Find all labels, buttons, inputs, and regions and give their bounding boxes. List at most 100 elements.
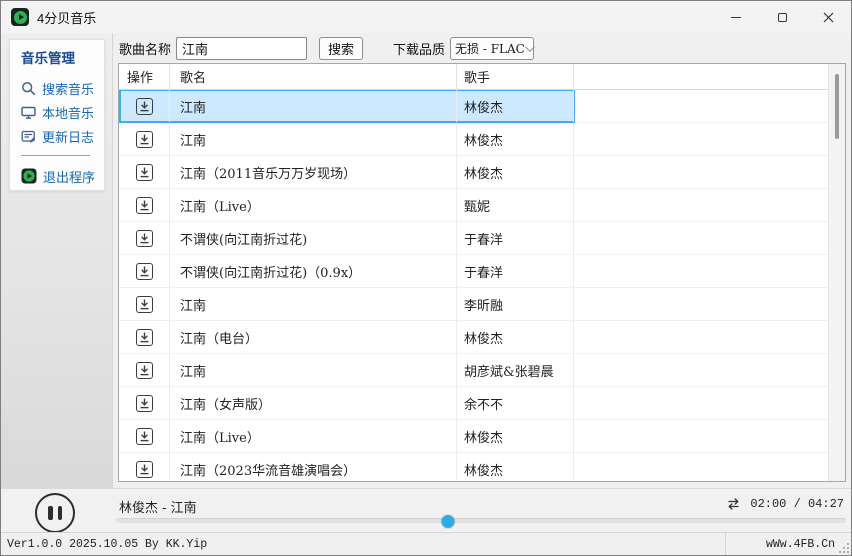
monitor-icon (21, 105, 36, 120)
download-button[interactable] (136, 197, 153, 214)
download-icon (139, 134, 150, 145)
sidebar-item-search-music[interactable]: 搜索音乐 (21, 76, 104, 100)
table-header: 操作 歌名 歌手 (119, 64, 845, 90)
download-icon (139, 332, 150, 343)
column-header-artist: 歌手 (457, 64, 574, 89)
column-header-song: 歌名 (170, 64, 457, 89)
artist-cell: 甄妮 (457, 189, 574, 221)
empty-cell (574, 189, 845, 221)
table-row[interactable]: 江南（2023华流音雄演唱会） 林俊杰 (119, 453, 845, 482)
artist-cell: 胡彦斌&张碧晨 (457, 354, 574, 386)
resize-grip-icon[interactable] (839, 543, 849, 553)
artist-cell: 林俊杰 (457, 420, 574, 452)
column-header-action: 操作 (119, 64, 170, 89)
sidebar-header: 音乐管理 (21, 47, 104, 67)
search-icon (21, 81, 36, 96)
search-button[interactable]: 搜索 (319, 37, 363, 60)
status-right-panel: wWw.4FB.Cn (725, 533, 851, 555)
table-body: 江南 林俊杰 江南 林俊杰 江南（2011音乐万万岁现场） 林俊杰 (119, 90, 845, 482)
song-cell: 江南（2023华流音雄演唱会） (170, 453, 457, 482)
download-button[interactable] (136, 461, 153, 478)
table-row[interactable]: 不谓侠(向江南折过花) 于春洋 (119, 222, 845, 255)
sidebar-item-changelog[interactable]: 更新日志 (21, 124, 104, 148)
table-row[interactable]: 江南 李昕融 (119, 288, 845, 321)
progress-thumb[interactable] (442, 515, 455, 528)
song-cell: 江南 (170, 90, 457, 122)
download-button[interactable] (136, 131, 153, 148)
table-row[interactable]: 江南（女声版） 余不不 (119, 387, 845, 420)
sidebar: 音乐管理 搜索音乐 本地音乐 更新日志 退出程序 (9, 39, 105, 191)
download-button[interactable] (136, 98, 153, 115)
progress-slider[interactable] (116, 518, 846, 523)
download-icon (139, 365, 150, 376)
close-button[interactable] (805, 1, 851, 33)
maximize-icon (778, 13, 787, 22)
download-button[interactable] (136, 428, 153, 445)
quality-selected-value: 无损 - FLAC (455, 40, 525, 57)
minimize-icon (731, 17, 741, 18)
artist-cell: 于春洋 (457, 222, 574, 254)
empty-cell (574, 321, 845, 353)
table-row[interactable]: 江南（电台） 林俊杰 (119, 321, 845, 354)
table-row[interactable]: 江南（Live） 林俊杰 (119, 420, 845, 453)
download-quality-label: 下载品质 (393, 39, 445, 58)
empty-cell (574, 222, 845, 254)
table-row[interactable]: 江南 林俊杰 (119, 90, 845, 123)
download-button[interactable] (136, 164, 153, 181)
sidebar-item-local-music[interactable]: 本地音乐 (21, 100, 104, 124)
player-bar: 林俊杰 - 江南 02:00 / 04:27 (1, 488, 851, 534)
table-row[interactable]: 江南（Live） 甄妮 (119, 189, 845, 222)
song-name-input[interactable] (176, 37, 307, 60)
download-icon (139, 464, 150, 475)
app-logo-icon (11, 8, 29, 26)
now-playing-label: 林俊杰 - 江南 (119, 497, 197, 516)
song-cell: 江南 (170, 288, 457, 320)
status-bar: Ver1.0.0 2025.10.05 By KK.Yip wWw.4FB.Cn (1, 532, 851, 555)
download-icon (139, 101, 150, 112)
song-cell: 江南（Live） (170, 189, 457, 221)
search-form: 歌曲名称 搜索 下载品质 无损 - FLAC (119, 36, 534, 61)
song-cell: 江南（Live） (170, 420, 457, 452)
scrollbar-thumb[interactable] (835, 74, 839, 139)
table-row[interactable]: 江南 胡彦斌&张碧晨 (119, 354, 845, 387)
download-button[interactable] (136, 329, 153, 346)
repeat-icon[interactable] (725, 497, 742, 511)
download-button[interactable] (136, 395, 153, 412)
download-icon (139, 233, 150, 244)
download-button[interactable] (136, 362, 153, 379)
table-row[interactable]: 江南（2011音乐万万岁现场） 林俊杰 (119, 156, 845, 189)
song-cell: 不谓侠(向江南折过花)（0.9x） (170, 255, 457, 287)
download-icon (139, 167, 150, 178)
artist-cell: 林俊杰 (457, 90, 574, 122)
table-row[interactable]: 不谓侠(向江南折过花)（0.9x） 于春洋 (119, 255, 845, 288)
results-table: 操作 歌名 歌手 江南 林俊杰 江南 林俊杰 (118, 63, 846, 482)
artist-cell: 李昕融 (457, 288, 574, 320)
chevron-down-icon (525, 42, 535, 52)
empty-cell (574, 255, 845, 287)
artist-cell: 余不不 (457, 387, 574, 419)
pause-button[interactable] (35, 493, 75, 533)
download-button[interactable] (136, 230, 153, 247)
app-window: 4分贝音乐 音乐管理 搜索音乐 本地音乐 更新日志 退出程序 歌曲名称 (0, 0, 852, 556)
download-button[interactable] (136, 263, 153, 280)
download-quality-select[interactable]: 无损 - FLAC (450, 37, 534, 60)
song-cell: 江南（电台） (170, 321, 457, 353)
download-button[interactable] (136, 296, 153, 313)
close-icon (823, 12, 834, 23)
version-text: Ver1.0.0 2025.10.05 By KK.Yip (1, 538, 725, 551)
artist-cell: 林俊杰 (457, 453, 574, 482)
title-bar: 4分贝音乐 (1, 1, 851, 33)
table-row[interactable]: 江南 林俊杰 (119, 123, 845, 156)
maximize-button[interactable] (759, 1, 805, 33)
song-cell: 江南 (170, 354, 457, 386)
window-title: 4分贝音乐 (37, 8, 96, 27)
app-logo-icon (21, 168, 37, 184)
minimize-button[interactable] (713, 1, 759, 33)
time-display: 02:00 / 04:27 (750, 497, 844, 511)
sidebar-item-exit[interactable]: 退出程序 (21, 164, 104, 188)
table-scrollbar[interactable] (828, 64, 845, 481)
empty-cell (574, 288, 845, 320)
song-cell: 不谓侠(向江南折过花) (170, 222, 457, 254)
sidebar-item-label: 更新日志 (42, 127, 94, 146)
song-cell: 江南（2011音乐万万岁现场） (170, 156, 457, 188)
